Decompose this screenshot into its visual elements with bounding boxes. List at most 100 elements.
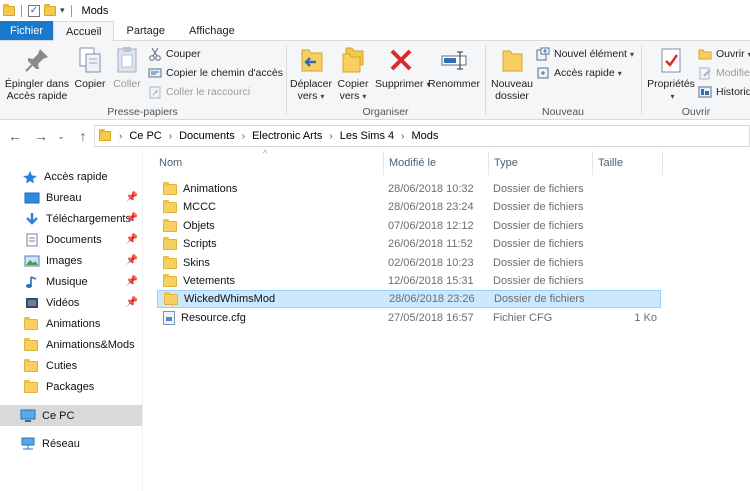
pin-icon[interactable]: 📌	[126, 213, 138, 224]
sidebar-item-music[interactable]: Musique 📌	[0, 271, 142, 292]
file-type: Dossier de fichiers	[493, 275, 584, 287]
file-list: ^ Nom Modifié le Type Taille Animations …	[143, 148, 750, 491]
up-arrow-icon[interactable]: ↑	[73, 128, 93, 144]
computer-icon	[20, 409, 36, 423]
folder-icon	[163, 218, 177, 232]
sidebar-item-label: Cuties	[46, 359, 78, 372]
file-row[interactable]: Objets 07/06/2018 12:12 Dossier de fichi…	[157, 217, 661, 235]
organize-group-label: Organiser	[362, 106, 409, 118]
copy-to-label-2: vers	[339, 90, 360, 102]
folder-icon	[3, 3, 15, 16]
sidebar-item-quick-access[interactable]: Accès rapide	[0, 166, 142, 187]
file-row[interactable]: Skins 02/06/2018 10:23 Dossier de fichie…	[157, 254, 661, 272]
sidebar-item-desktop[interactable]: Bureau 📌	[0, 187, 142, 208]
pin-icon[interactable]: 📌	[126, 276, 138, 287]
new-folder-icon[interactable]	[44, 3, 56, 16]
column-header-type[interactable]: Type	[488, 151, 592, 175]
file-modified: 28/06/2018 10:32	[388, 183, 474, 195]
file-row[interactable]: Animations 28/06/2018 10:32 Dossier de f…	[157, 180, 661, 198]
recent-locations-icon[interactable]: ⌄	[51, 131, 71, 142]
tab-view[interactable]: Affichage	[177, 21, 247, 40]
file-type: Dossier de fichiers	[494, 293, 585, 305]
breadcrumb-chevron-icon[interactable]: ›	[119, 131, 122, 142]
easy-access-button[interactable]: Accès rapide ▾	[536, 64, 622, 82]
sidebar-item-packages[interactable]: Packages	[0, 376, 142, 397]
file-modified: 12/06/2018 15:31	[388, 275, 474, 287]
tab-share[interactable]: Partage	[114, 21, 177, 40]
rename-button[interactable]: Renommer	[427, 45, 481, 90]
rename-label: Renommer	[428, 78, 480, 90]
file-name: Animations	[183, 183, 238, 195]
delete-button[interactable]: Supprimer ▾	[375, 45, 430, 91]
back-arrow-icon[interactable]: ←	[5, 128, 25, 144]
open-label: Ouvrir	[716, 48, 745, 60]
move-to-button[interactable]: Déplacer vers ▾	[289, 45, 333, 103]
open-button[interactable]: Ouvrir ▾	[698, 45, 750, 63]
move-to-icon	[296, 45, 326, 75]
file-row-selected[interactable]: WickedWhimsMod 28/06/2018 23:26 Dossier …	[157, 290, 661, 308]
column-header-modified[interactable]: Modifié le	[383, 151, 488, 175]
file-row[interactable]: Scripts 26/06/2018 11:52 Dossier de fich…	[157, 235, 661, 253]
column-header-label: Modifié le	[389, 157, 437, 169]
breadcrumb-les-sims-4[interactable]: Les Sims 4	[340, 130, 394, 142]
sidebar-item-documents[interactable]: Documents 📌	[0, 229, 142, 250]
clipboard-group: Épingler dans Accès rapide Copier Coller…	[0, 41, 285, 120]
breadcrumb-this-pc[interactable]: Ce PC	[129, 130, 161, 142]
pin-icon[interactable]: 📌	[126, 192, 138, 203]
pin-icon[interactable]: 📌	[126, 255, 138, 266]
new-item-button[interactable]: Nouvel élément ▾	[536, 45, 634, 63]
file-row[interactable]: Resource.cfg 27/05/2018 16:57 Fichier CF…	[157, 309, 661, 327]
sidebar-item-animations[interactable]: Animations	[0, 313, 142, 334]
paste-shortcut-button[interactable]: Coller le raccourci	[148, 83, 250, 101]
sidebar-item-network[interactable]: Réseau	[0, 433, 142, 454]
folder-icon	[24, 337, 40, 352]
folder-icon	[164, 291, 178, 305]
new-folder-button[interactable]: Nouveau dossier	[488, 45, 536, 102]
sidebar-item-downloads[interactable]: Téléchargements 📌	[0, 208, 142, 229]
tab-home[interactable]: Accueil	[53, 21, 115, 41]
paste-button[interactable]: Coller	[110, 45, 144, 90]
pin-icon[interactable]: 📌	[126, 297, 138, 308]
breadcrumb-chevron-icon[interactable]: ›	[242, 131, 245, 142]
videos-icon	[24, 296, 40, 310]
cut-button[interactable]: Couper	[148, 45, 200, 63]
sidebar-item-videos[interactable]: Vidéos 📌	[0, 292, 142, 313]
images-icon	[24, 254, 40, 268]
breadcrumb-chevron-icon[interactable]: ›	[169, 131, 172, 142]
breadcrumb-electronic-arts[interactable]: Electronic Arts	[252, 130, 322, 142]
sidebar-item-label: Bureau	[46, 191, 82, 204]
sidebar-item-cuties[interactable]: Cuties	[0, 355, 142, 376]
download-icon	[24, 212, 40, 226]
easy-access-icon	[536, 66, 550, 80]
sidebar-item-this-pc[interactable]: Ce PC	[0, 405, 142, 426]
tab-file[interactable]: Fichier	[0, 21, 54, 40]
breadcrumb-mods[interactable]: Mods	[412, 130, 439, 142]
copy-path-button[interactable]: Copier le chemin d'accès	[148, 64, 283, 82]
pin-quick-access-button[interactable]: Épingler dans Accès rapide	[4, 45, 70, 102]
column-header-size[interactable]: Taille	[592, 151, 662, 175]
address-bar[interactable]: › Ce PC › Documents › Electronic Arts › …	[94, 125, 750, 147]
desktop-icon	[24, 191, 40, 205]
breadcrumb-chevron-icon[interactable]: ›	[401, 131, 404, 142]
copy-button[interactable]: Copier	[72, 45, 108, 90]
copy-to-button[interactable]: Copier vers ▾	[333, 45, 373, 103]
folder-icon	[24, 379, 40, 394]
properties-button[interactable]: Propriétés ▾	[644, 45, 698, 103]
column-divider[interactable]	[662, 151, 663, 175]
sidebar-item-images[interactable]: Images 📌	[0, 250, 142, 271]
file-row[interactable]: MCCC 28/06/2018 23:24 Dossier de fichier…	[157, 198, 661, 216]
file-row[interactable]: Vetements 12/06/2018 15:31 Dossier de fi…	[157, 272, 661, 290]
sidebar-item-animations-mods[interactable]: Animations&Mods	[0, 334, 142, 355]
properties-check-icon[interactable]: ✓	[28, 4, 40, 17]
breadcrumb-chevron-icon[interactable]: ›	[329, 131, 332, 142]
file-type: Dossier de fichiers	[493, 238, 584, 250]
folder-icon	[99, 129, 111, 141]
column-header-name[interactable]: Nom	[153, 151, 383, 175]
pin-icon[interactable]: 📌	[126, 234, 138, 245]
file-modified: 27/05/2018 16:57	[388, 312, 474, 324]
edit-button[interactable]: Modifier	[698, 64, 750, 82]
forward-arrow-icon[interactable]: →	[31, 128, 51, 144]
breadcrumb-documents[interactable]: Documents	[179, 130, 235, 142]
customize-toolbar-icon[interactable]: ▾	[60, 5, 65, 16]
history-button[interactable]: Historique	[698, 83, 750, 101]
